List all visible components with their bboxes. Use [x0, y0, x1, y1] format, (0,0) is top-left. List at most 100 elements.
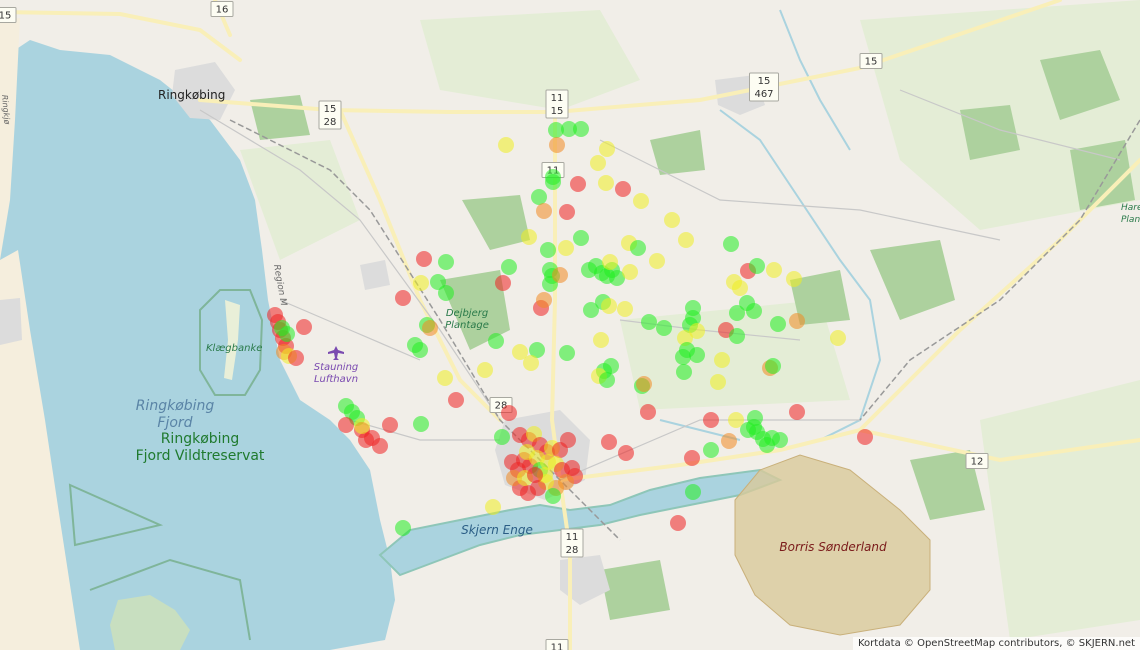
label-hare-1: Hare — [1121, 203, 1140, 213]
map-marker-green[interactable] — [675, 349, 691, 365]
map-marker-green[interactable] — [765, 358, 781, 374]
map-marker-green[interactable] — [676, 364, 692, 380]
map-marker-green[interactable] — [545, 488, 561, 504]
map-marker-red[interactable] — [296, 319, 312, 335]
map-marker-orange[interactable] — [721, 433, 737, 449]
map-marker-green[interactable] — [501, 259, 517, 275]
map-view[interactable]: Ringkøbing Klægbanke Ringkøbing Fjord Ri… — [0, 0, 1140, 650]
map-marker-orange[interactable] — [536, 203, 552, 219]
map-marker-red[interactable] — [416, 251, 432, 267]
map-marker-yellow[interactable] — [498, 137, 514, 153]
map-marker-red[interactable] — [570, 176, 586, 192]
map-marker-green[interactable] — [689, 347, 705, 363]
map-marker-green[interactable] — [545, 174, 561, 190]
map-marker-yellow[interactable] — [523, 355, 539, 371]
map-marker-yellow[interactable] — [732, 280, 748, 296]
map-marker-yellow[interactable] — [649, 253, 665, 269]
map-marker-green[interactable] — [749, 258, 765, 274]
map-marker-red[interactable] — [857, 429, 873, 445]
map-marker-yellow[interactable] — [678, 232, 694, 248]
map-marker-yellow[interactable] — [593, 332, 609, 348]
map-marker-red[interactable] — [684, 450, 700, 466]
map-marker-green[interactable] — [540, 242, 556, 258]
map-marker-yellow[interactable] — [598, 175, 614, 191]
map-marker-yellow[interactable] — [617, 301, 633, 317]
map-marker-green[interactable] — [703, 442, 719, 458]
map-marker-green[interactable] — [488, 333, 504, 349]
map-attribution[interactable]: Kortdata © OpenStreetMap contributors, ©… — [852, 637, 1140, 650]
map-marker-red[interactable] — [527, 467, 543, 483]
map-marker-red[interactable] — [501, 405, 517, 421]
map-marker-yellow[interactable] — [766, 262, 782, 278]
map-marker-yellow[interactable] — [599, 141, 615, 157]
map-marker-green[interactable] — [395, 520, 411, 536]
map-marker-yellow[interactable] — [714, 352, 730, 368]
map-marker-red[interactable] — [703, 412, 719, 428]
map-marker-green[interactable] — [656, 320, 672, 336]
map-marker-yellow[interactable] — [710, 374, 726, 390]
map-marker-green[interactable] — [413, 416, 429, 432]
map-marker-orange[interactable] — [422, 320, 438, 336]
map-marker-red[interactable] — [288, 350, 304, 366]
map-marker-red[interactable] — [789, 404, 805, 420]
map-marker-green[interactable] — [770, 316, 786, 332]
map-marker-green[interactable] — [412, 342, 428, 358]
label-ringkobing-fjord-2: Fjord — [157, 415, 192, 431]
map-marker-red[interactable] — [615, 181, 631, 197]
map-marker-green[interactable] — [438, 254, 454, 270]
map-marker-green[interactable] — [438, 285, 454, 301]
map-marker-orange[interactable] — [536, 292, 552, 308]
map-marker-green[interactable] — [630, 240, 646, 256]
map-marker-red[interactable] — [640, 404, 656, 420]
map-marker-red[interactable] — [618, 445, 634, 461]
map-marker-green[interactable] — [573, 121, 589, 137]
road-shield-number: 11 — [566, 532, 579, 543]
map-marker-red[interactable] — [372, 438, 388, 454]
map-marker-yellow[interactable] — [622, 264, 638, 280]
map-marker-yellow[interactable] — [485, 499, 501, 515]
map-marker-green[interactable] — [641, 314, 657, 330]
map-marker-green[interactable] — [531, 189, 547, 205]
map-marker-red[interactable] — [395, 290, 411, 306]
map-marker-red[interactable] — [382, 417, 398, 433]
map-marker-red[interactable] — [559, 204, 575, 220]
map-marker-yellow[interactable] — [519, 444, 535, 460]
map-marker-green[interactable] — [685, 484, 701, 500]
map-marker-red[interactable] — [338, 417, 354, 433]
map-marker-green[interactable] — [279, 326, 295, 342]
map-marker-yellow[interactable] — [633, 193, 649, 209]
map-marker-orange[interactable] — [549, 137, 565, 153]
map-marker-orange[interactable] — [789, 313, 805, 329]
map-marker-orange[interactable] — [636, 376, 652, 392]
map-marker-yellow[interactable] — [830, 330, 846, 346]
map-marker-yellow[interactable] — [354, 418, 370, 434]
map-marker-green[interactable] — [723, 236, 739, 252]
map-marker-orange[interactable] — [552, 267, 568, 283]
map-marker-yellow[interactable] — [521, 229, 537, 245]
road-shield-number: 15 — [324, 104, 337, 115]
road-shield-r15a: 15 — [0, 7, 17, 23]
map-marker-red[interactable] — [670, 515, 686, 531]
map-marker-green[interactable] — [573, 230, 589, 246]
map-marker-red[interactable] — [495, 275, 511, 291]
map-marker-yellow[interactable] — [437, 370, 453, 386]
map-marker-green[interactable] — [729, 328, 745, 344]
map-marker-green[interactable] — [599, 372, 615, 388]
map-marker-yellow[interactable] — [786, 271, 802, 287]
map-marker-green[interactable] — [772, 432, 788, 448]
basemap[interactable]: Ringkøbing Klægbanke Ringkøbing Fjord Ri… — [0, 0, 1140, 650]
map-marker-red[interactable] — [560, 432, 576, 448]
map-marker-yellow[interactable] — [601, 298, 617, 314]
map-marker-green[interactable] — [559, 345, 575, 361]
map-marker-yellow[interactable] — [477, 362, 493, 378]
label-borris-sonderland: Borris Sønderland — [779, 540, 887, 554]
map-marker-green[interactable] — [494, 429, 510, 445]
map-marker-yellow[interactable] — [664, 212, 680, 228]
map-marker-yellow[interactable] — [602, 254, 618, 270]
map-marker-yellow[interactable] — [558, 240, 574, 256]
map-marker-red[interactable] — [448, 392, 464, 408]
map-marker-yellow[interactable] — [590, 155, 606, 171]
map-marker-green[interactable] — [746, 303, 762, 319]
map-marker-yellow[interactable] — [413, 275, 429, 291]
map-marker-red[interactable] — [601, 434, 617, 450]
